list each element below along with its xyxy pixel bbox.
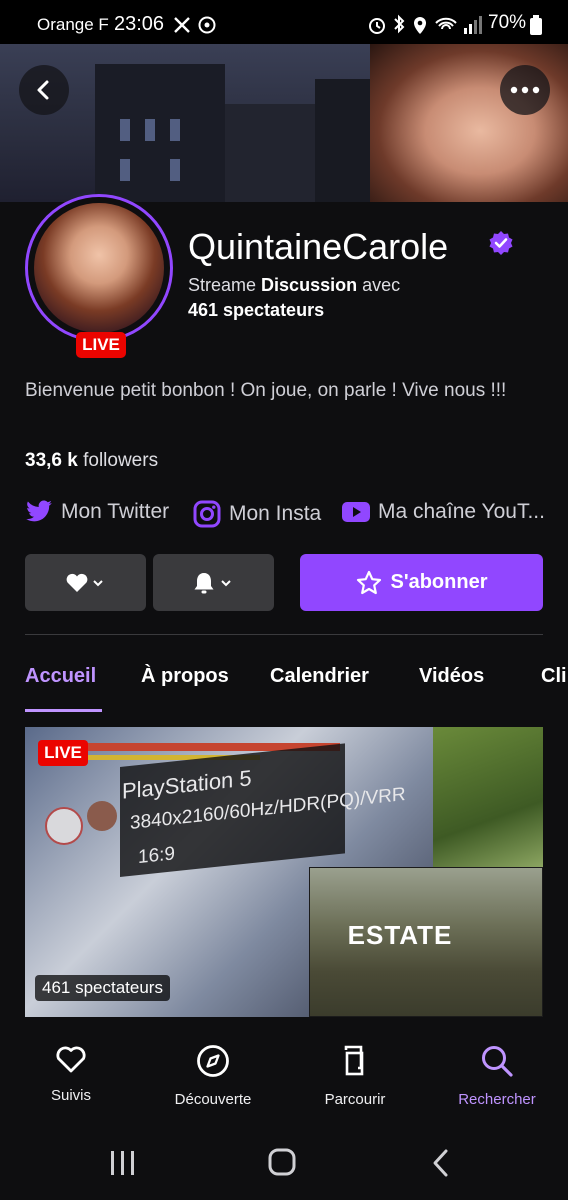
hud-avatar-icon bbox=[87, 801, 117, 831]
subscribe-label: S'abonner bbox=[390, 571, 488, 593]
streaming-suffix: avec bbox=[362, 275, 401, 295]
tab-clips[interactable]: Cli bbox=[541, 665, 567, 688]
divider bbox=[25, 634, 543, 635]
nav-label: Parcourir bbox=[324, 1091, 386, 1108]
channel-banner bbox=[0, 44, 568, 202]
channel-bio: Bienvenue petit bonbon ! On joue, on par… bbox=[25, 380, 507, 401]
verified-badge-icon bbox=[489, 231, 513, 255]
avatar-ring[interactable] bbox=[25, 194, 173, 342]
social-link-label: Mon Insta bbox=[229, 502, 322, 525]
nav-label: Découverte bbox=[174, 1091, 252, 1108]
nav-rechercher[interactable]: Rechercher bbox=[437, 1044, 557, 1108]
bell-icon bbox=[194, 572, 231, 593]
tab-calendrier[interactable]: Calendrier bbox=[270, 665, 369, 688]
tab-a-propos[interactable]: À propos bbox=[141, 665, 229, 688]
instagram-icon bbox=[193, 500, 221, 528]
browse-icon bbox=[344, 1045, 364, 1076]
social-link-twitter[interactable]: Mon Twitter bbox=[25, 500, 169, 524]
subscribe-button[interactable]: S'abonner bbox=[300, 554, 543, 611]
streaming-prefix: Streame bbox=[188, 275, 257, 295]
battery-percent: 70% bbox=[488, 12, 527, 33]
twitter-icon bbox=[26, 500, 52, 522]
followers-count: 33,6 k followers bbox=[25, 450, 158, 472]
status-bar: Orange F 23:06 70% bbox=[0, 0, 568, 44]
game-minimap: ESTATE bbox=[309, 867, 543, 1017]
nav-label: Rechercher bbox=[458, 1091, 536, 1108]
heart-outline-icon bbox=[56, 1046, 86, 1073]
system-status-icons bbox=[369, 14, 482, 34]
nav-suivis[interactable]: Suivis bbox=[11, 1044, 131, 1104]
overlay-line: PlayStation 5 bbox=[122, 765, 252, 804]
followers-number: 33,6 k bbox=[25, 450, 78, 471]
streaming-info: Streame Discussion avec bbox=[188, 275, 400, 296]
minimap-label: ESTATE bbox=[347, 920, 453, 950]
notification-icons bbox=[174, 16, 216, 34]
tab-accueil[interactable]: Accueil bbox=[25, 665, 96, 688]
hud-icon bbox=[45, 807, 83, 845]
live-badge: LIVE bbox=[76, 332, 126, 358]
notifications-button[interactable] bbox=[153, 554, 274, 611]
system-navigation bbox=[0, 1130, 568, 1200]
battery-icon bbox=[530, 15, 542, 35]
back-button[interactable] bbox=[19, 65, 69, 115]
more-dots-icon bbox=[510, 86, 540, 94]
preview-live-badge: LIVE bbox=[38, 740, 88, 766]
nav-label: Suivis bbox=[50, 1087, 91, 1104]
live-stream-preview[interactable]: PlayStation 5 3840x2160/60Hz/HDR(PQ)/VRR… bbox=[25, 727, 543, 1017]
preview-foliage bbox=[433, 727, 543, 877]
playstation-info-overlay: PlayStation 5 3840x2160/60Hz/HDR(PQ)/VRR… bbox=[120, 743, 406, 877]
search-icon bbox=[482, 1046, 513, 1077]
more-options-button[interactable] bbox=[500, 65, 550, 115]
home-icon[interactable] bbox=[268, 1148, 296, 1176]
recent-apps-icon[interactable] bbox=[110, 1150, 136, 1176]
preview-viewer-count: 461 spectateurs bbox=[35, 975, 170, 1001]
nav-decouverte[interactable]: Découverte bbox=[153, 1044, 273, 1108]
tab-videos[interactable]: Vidéos bbox=[419, 665, 484, 688]
channel-name: QuintaineCarole bbox=[188, 226, 449, 267]
nav-parcourir[interactable]: Parcourir bbox=[295, 1044, 415, 1108]
stream-category[interactable]: Discussion bbox=[261, 275, 357, 295]
carrier-label: Orange F bbox=[37, 15, 109, 34]
star-icon bbox=[356, 570, 381, 594]
clock: 23:06 bbox=[114, 13, 165, 35]
active-tab-indicator bbox=[25, 709, 102, 712]
follow-button[interactable] bbox=[25, 554, 146, 611]
avatar bbox=[34, 203, 164, 333]
overlay-line: 16:9 bbox=[138, 843, 175, 869]
social-link-youtube[interactable]: Ma chaîne YouT... bbox=[342, 500, 545, 524]
system-back-icon[interactable] bbox=[430, 1148, 452, 1178]
social-link-label: Mon Twitter bbox=[61, 500, 170, 523]
banner-photo bbox=[370, 44, 568, 202]
compass-icon bbox=[197, 1045, 229, 1077]
viewer-count: 461 spectateurs bbox=[188, 300, 325, 320]
back-arrow-icon bbox=[37, 80, 49, 100]
youtube-icon bbox=[342, 502, 370, 522]
bottom-navigation: Suivis Découverte Parcourir Rechercher bbox=[0, 1030, 568, 1130]
followers-label: followers bbox=[83, 450, 159, 471]
heart-icon bbox=[66, 573, 103, 592]
social-link-instagram[interactable]: Mon Insta bbox=[193, 500, 321, 528]
social-link-label: Ma chaîne YouT... bbox=[378, 500, 545, 523]
